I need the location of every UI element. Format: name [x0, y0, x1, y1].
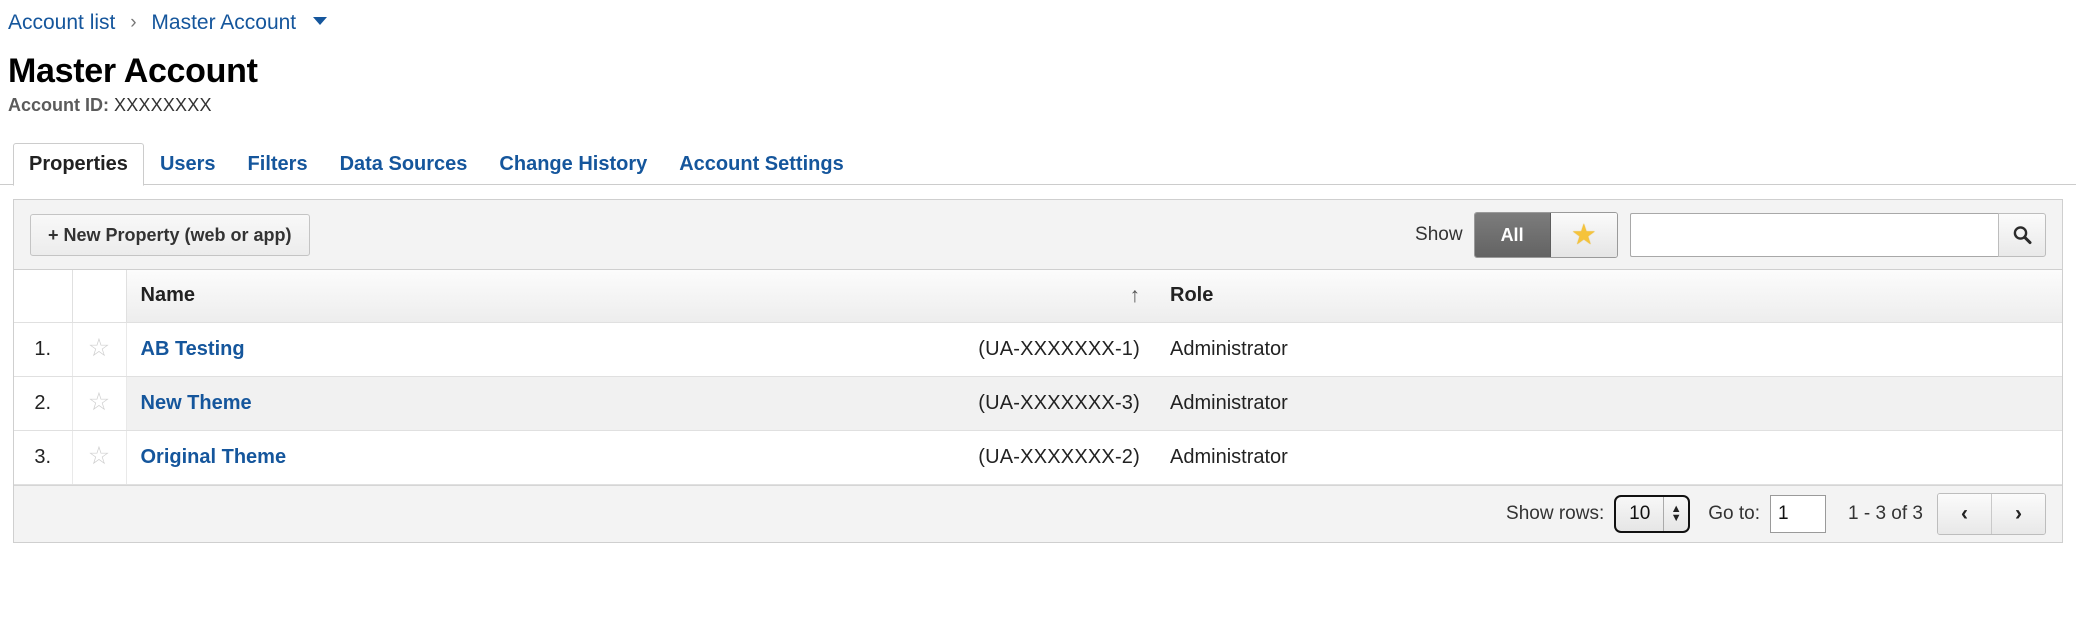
role-column-label: Role [1170, 284, 1214, 307]
breadcrumb-master-account-link[interactable]: Master Account [151, 11, 296, 34]
row-star-toggle[interactable]: ☆ [72, 322, 127, 377]
row-star-toggle[interactable]: ☆ [72, 376, 127, 431]
pagination-bar: Show rows: 10 ▲▼ Go to: 1 - 3 of 3 ‹ › [14, 484, 2062, 543]
chevron-down-icon[interactable] [312, 17, 327, 25]
tab-properties[interactable]: Properties [13, 143, 144, 186]
name-column-label: Name [140, 284, 195, 307]
show-rows-label: Show rows: [1506, 502, 1605, 524]
row-index: 3. [14, 430, 73, 485]
property-id: (UA-XXXXXXX-3) [978, 391, 1140, 414]
breadcrumb: Account list › Master Account [0, 0, 2076, 36]
property-link[interactable]: AB Testing [141, 338, 245, 361]
show-rows-select[interactable]: 10 ▲ ▼ [1614, 494, 1691, 533]
range-indicator: 1 - 3 of 3 [1848, 502, 1923, 524]
show-filter-segmented-control: All ★ [1473, 211, 1618, 258]
row-role: Administrator [1156, 322, 2062, 377]
sort-ascending-icon: ↑ [1129, 283, 1141, 307]
table-row[interactable]: 1. ☆ AB Testing (UA-XXXXXXX-1) Administr… [14, 322, 2062, 377]
breadcrumb-separator: › [130, 12, 137, 33]
search-group [1630, 212, 2046, 257]
row-role: Administrator [1156, 376, 2062, 431]
index-column-header [14, 270, 73, 323]
goto-page-input[interactable] [1770, 494, 1826, 533]
chevron-right-icon: › [2015, 501, 2022, 525]
new-property-button[interactable]: + New Property (web or app) [30, 213, 310, 256]
row-index: 2. [14, 376, 73, 431]
tab-change-history[interactable]: Change History [483, 143, 663, 185]
toolbar-right-controls: Show All ★ [1415, 211, 2046, 258]
previous-page-button[interactable]: ‹ [1938, 493, 1991, 534]
table-row[interactable]: 2. ☆ New Theme (UA-XXXXXXX-3) Administra… [14, 376, 2062, 431]
role-column-header[interactable]: Role [1156, 270, 2062, 323]
account-id: Account ID: XXXXXXXX [8, 94, 2076, 116]
star-outline-icon: ☆ [87, 334, 111, 362]
goto-label: Go to: [1708, 502, 1760, 524]
filter-starred-button[interactable]: ★ [1550, 212, 1617, 257]
row-name-cell: New Theme (UA-XXXXXXX-3) [126, 376, 1156, 431]
star-outline-icon: ☆ [87, 388, 111, 416]
row-role: Administrator [1156, 430, 2062, 485]
star-filled-icon: ★ [1572, 220, 1595, 249]
table-body: 1. ☆ AB Testing (UA-XXXXXXX-1) Administr… [14, 322, 2062, 485]
table-header: Name ↑ Role [14, 270, 2062, 323]
page-header: Master Account Account ID: XXXXXXXX [0, 36, 2076, 116]
name-column-header[interactable]: Name ↑ [126, 270, 1156, 323]
search-input[interactable] [1630, 212, 1998, 257]
pager-controls: ‹ › [1937, 492, 2046, 535]
tab-account-settings[interactable]: Account Settings [663, 143, 859, 185]
property-link[interactable]: Original Theme [141, 446, 287, 469]
property-id: (UA-XXXXXXX-2) [978, 445, 1140, 468]
chevron-left-icon: ‹ [1961, 501, 1968, 525]
tab-bar: Properties Users Filters Data Sources Ch… [0, 143, 2076, 186]
properties-panel: + New Property (web or app) Show All ★ N… [13, 199, 2063, 543]
property-id: (UA-XXXXXXX-1) [978, 337, 1140, 360]
star-outline-icon: ☆ [87, 442, 111, 470]
show-filter-label: Show [1415, 223, 1463, 245]
tab-data-sources[interactable]: Data Sources [324, 143, 484, 185]
tab-users[interactable]: Users [144, 143, 232, 185]
table-toolbar: + New Property (web or app) Show All ★ [14, 200, 2062, 270]
show-rows-value: 10 [1629, 502, 1651, 524]
row-name-cell: AB Testing (UA-XXXXXXX-1) [126, 322, 1156, 377]
search-icon [2013, 225, 2032, 244]
page-title: Master Account [8, 52, 258, 90]
next-page-button[interactable]: › [1991, 493, 2045, 534]
account-id-value: XXXXXXXX [114, 95, 212, 115]
property-link[interactable]: New Theme [141, 392, 252, 415]
account-id-label: Account ID: [8, 95, 109, 115]
tab-filters[interactable]: Filters [232, 143, 324, 185]
star-column-header [72, 270, 127, 323]
filter-all-button[interactable]: All [1474, 212, 1551, 257]
row-index: 1. [14, 322, 73, 377]
table-row[interactable]: 3. ☆ Original Theme (UA-XXXXXXX-2) Admin… [14, 430, 2062, 485]
row-name-cell: Original Theme (UA-XXXXXXX-2) [126, 430, 1156, 485]
stepper-arrows-icon: ▲ ▼ [1663, 496, 1688, 531]
row-star-toggle[interactable]: ☆ [72, 430, 127, 485]
search-button[interactable] [1998, 212, 2046, 257]
table-header-row: Name ↑ Role [14, 270, 2062, 323]
breadcrumb-account-list-link[interactable]: Account list [8, 11, 115, 34]
properties-table: Name ↑ Role 1. ☆ AB Testing (UA-XXXXXXX-… [14, 270, 2062, 485]
